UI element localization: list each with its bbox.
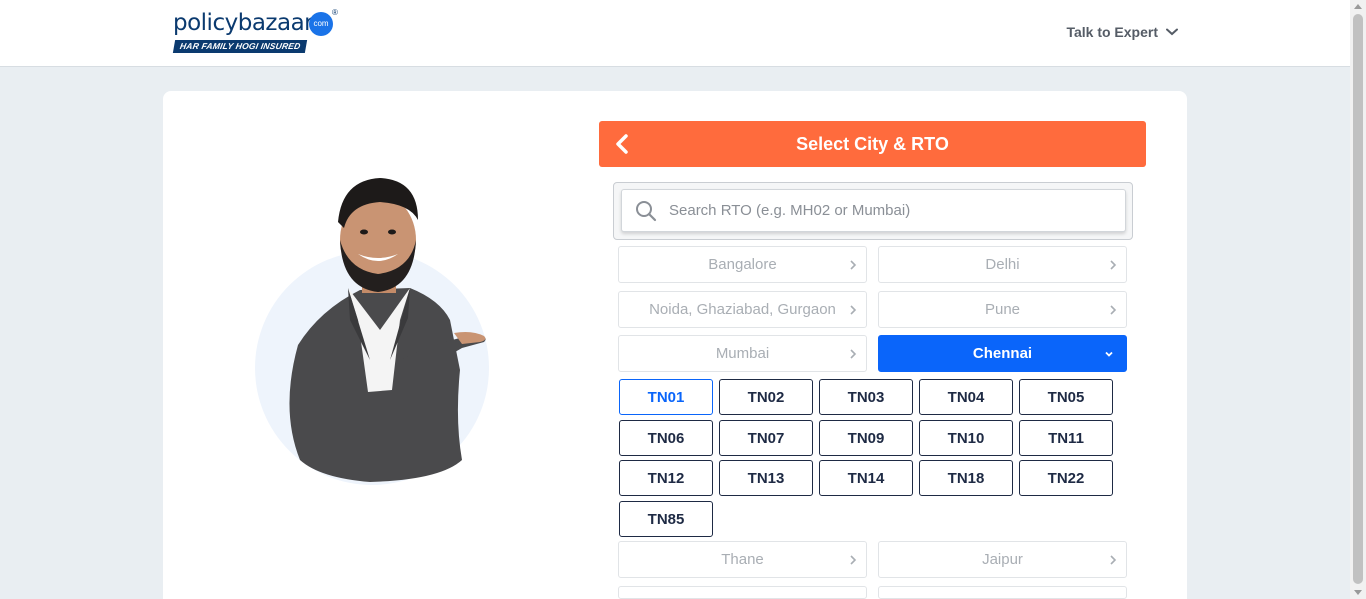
city-jaipur[interactable]: Jaipur (878, 541, 1127, 578)
talk-to-expert-dropdown[interactable]: Talk to Expert (1066, 24, 1178, 40)
chevron-right-icon (1110, 305, 1117, 315)
chevron-right-icon (850, 260, 857, 270)
page-scrollbar[interactable] (1350, 0, 1366, 599)
chevron-down-icon (1166, 28, 1178, 36)
city-noida-ghaziabad-gurgaon[interactable]: Noida, Ghaziabad, Gurgaon (618, 291, 867, 328)
scroll-down-arrow-icon[interactable] (1354, 590, 1362, 595)
rto-option[interactable]: TN03 (819, 379, 913, 415)
logo-registered-mark: ® (332, 8, 338, 17)
city-label: Noida, Ghaziabad, Gurgaon (649, 301, 836, 318)
rto-option[interactable]: TN14 (819, 460, 913, 496)
chevron-right-icon (1110, 260, 1117, 270)
city-label: Pune (984, 301, 1021, 318)
city-thane[interactable]: Thane (618, 541, 867, 578)
chevron-down-icon (1105, 351, 1113, 357)
logo-tagline: HAR FAMILY HOGI INSURED (172, 40, 308, 53)
rto-option[interactable]: TN04 (919, 379, 1013, 415)
city-label: Chennai (972, 345, 1033, 362)
city-next-row[interactable] (618, 586, 867, 599)
city-mumbai[interactable]: Mumbai (618, 335, 867, 372)
rto-search-container (613, 182, 1133, 240)
city-label: Mumbai (715, 345, 770, 362)
rto-option[interactable]: TN22 (1019, 460, 1113, 496)
rto-option[interactable]: TN12 (619, 460, 713, 496)
chevron-right-icon (1110, 555, 1117, 565)
city-delhi[interactable]: Delhi (878, 246, 1127, 283)
rto-option[interactable]: TN10 (919, 420, 1013, 456)
rto-option[interactable]: TN13 (719, 460, 813, 496)
chevron-right-icon (850, 349, 857, 359)
site-header: policybazaar com ® HAR FAMILY HOGI INSUR… (0, 0, 1350, 67)
chevron-right-icon (850, 305, 857, 315)
rto-option[interactable]: TN02 (719, 379, 813, 415)
rto-option[interactable]: TN05 (1019, 379, 1113, 415)
search-icon (636, 200, 657, 221)
city-chennai[interactable]: Chennai (878, 335, 1127, 372)
rto-option[interactable]: TN06 (619, 420, 713, 456)
rto-search-input[interactable] (669, 202, 1109, 219)
scroll-up-arrow-icon[interactable] (1354, 4, 1362, 9)
talk-to-expert-label: Talk to Expert (1066, 24, 1158, 40)
city-label: Delhi (985, 256, 1020, 273)
policybazaar-logo[interactable]: policybazaar com ® HAR FAMILY HOGI INSUR… (172, 8, 338, 56)
rto-option[interactable]: TN85 (619, 501, 713, 537)
rto-search-box[interactable] (621, 189, 1126, 232)
city-label: Bangalore (708, 256, 777, 273)
scroll-thumb[interactable] (1353, 14, 1363, 584)
rto-option[interactable]: TN07 (719, 420, 813, 456)
presenter-illustration (255, 178, 489, 485)
rto-option[interactable]: TN11 (1019, 420, 1113, 456)
rto-option[interactable]: TN01 (619, 379, 713, 415)
city-next-row[interactable] (878, 586, 1127, 599)
panel-title: Select City & RTO (796, 134, 949, 154)
logo-com-badge: com (309, 12, 333, 36)
select-city-rto-header: Select City & RTO (599, 121, 1146, 167)
city-label: Thane (721, 551, 764, 568)
chevron-right-icon (850, 555, 857, 565)
city-label: Jaipur (982, 551, 1023, 568)
city-pune[interactable]: Pune (878, 291, 1127, 328)
rto-option[interactable]: TN09 (819, 420, 913, 456)
logo-wordmark: policybazaar (173, 10, 314, 36)
rto-option[interactable]: TN18 (919, 460, 1013, 496)
city-bangalore[interactable]: Bangalore (618, 246, 867, 283)
